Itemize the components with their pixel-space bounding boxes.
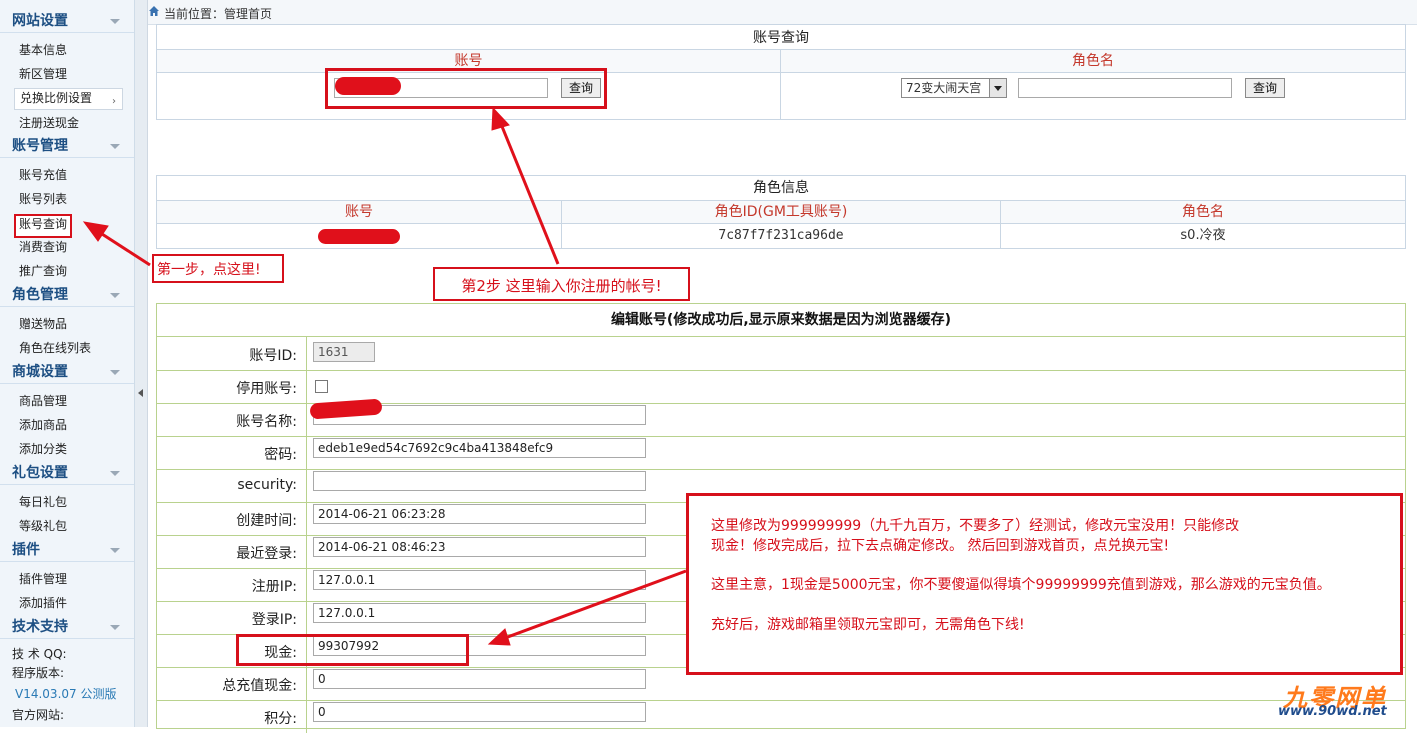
role-query-button[interactable]: 查询 xyxy=(1245,78,1285,98)
breadcrumb-text: 当前位置：管理首页 xyxy=(164,7,273,21)
field-label: 停用账号: xyxy=(236,381,297,397)
sidebar-group-shop: 商城设置 xyxy=(0,361,134,384)
field-label: 账号ID: xyxy=(249,348,297,364)
annotation-step1: 第一步，点这里! xyxy=(152,254,284,283)
sidebar-item-consume-query[interactable]: 消费查询 xyxy=(14,237,67,257)
sidebar-group-title[interactable]: 插件 xyxy=(0,539,134,562)
sidebar-item-level-gift[interactable]: 等级礼包 xyxy=(14,516,67,536)
sidebar: 网站设置 基本信息 新区管理 兑换比例设置 › 注册送现金 账号管理 账号充值 账… xyxy=(0,0,135,727)
chevron-right-icon: › xyxy=(112,96,116,107)
account-id-field xyxy=(313,342,375,362)
site-url: www.90wd.net xyxy=(1278,704,1387,719)
sidebar-group-role: 角色管理 xyxy=(0,284,134,307)
sidebar-group-support: 技术支持 xyxy=(0,616,134,639)
sidebar-group-plugin: 插件 xyxy=(0,539,134,562)
sidebar-item-add-goods[interactable]: 添加商品 xyxy=(14,415,67,435)
field-label: 创建时间: xyxy=(236,513,297,529)
login-ip-field[interactable] xyxy=(313,603,646,623)
sidebar-item-promo-query[interactable]: 推广查询 xyxy=(14,261,67,281)
sidebar-item-add-plugin[interactable]: 添加插件 xyxy=(14,593,67,613)
sidebar-group-account: 账号管理 xyxy=(0,135,134,158)
role-col-name: 角色名 xyxy=(1001,201,1405,223)
sidebar-item-account-query[interactable]: 账号查询 xyxy=(14,214,73,238)
field-row-account-id: 账号ID: xyxy=(157,337,1405,371)
sidebar-item-register-cash[interactable]: 注册送现金 xyxy=(14,113,79,133)
sidebar-item-daily-gift[interactable]: 每日礼包 xyxy=(14,492,67,512)
sidebar-item-gift-items[interactable]: 赠送物品 xyxy=(14,314,67,334)
field-label: 总充值现金: xyxy=(222,678,297,694)
instruction-line-1: 这里修改为999999999（九千九百万，不要多了）经测试，修改元宝没用！只能修… xyxy=(711,518,1240,534)
field-label: 密码: xyxy=(264,447,297,463)
password-field[interactable] xyxy=(313,438,646,458)
chevron-down-icon xyxy=(110,370,120,375)
sidebar-group-gift: 礼包设置 xyxy=(0,462,134,485)
role-col-id: 角色ID(GM工具账号) xyxy=(562,201,1000,223)
role-search-input[interactable] xyxy=(1018,78,1232,98)
sidebar-item-plugin-manage[interactable]: 插件管理 xyxy=(14,569,67,589)
sidebar-item-account-list[interactable]: 账号列表 xyxy=(14,189,67,209)
sidebar-group-title[interactable]: 网站设置 xyxy=(0,10,134,33)
field-label: security: xyxy=(237,477,297,493)
chevron-down-icon xyxy=(110,19,120,24)
server-select[interactable]: 72变大闹天宫 xyxy=(901,78,1007,98)
sidebar-item-add-category[interactable]: 添加分类 xyxy=(14,439,67,459)
instruction-line-2: 现金！修改完成后，拉下去点确定修改。 然后回到游戏首页，点兑换元宝! xyxy=(711,538,1170,554)
chevron-down-icon xyxy=(110,548,120,553)
chevron-down-icon[interactable] xyxy=(989,79,1006,97)
chevron-down-icon xyxy=(110,144,120,149)
chevron-down-icon xyxy=(110,293,120,298)
field-row-password: 密码: xyxy=(157,436,1405,470)
sidebar-group-title[interactable]: 角色管理 xyxy=(0,284,134,307)
support-site: 官方网站: xyxy=(12,708,65,722)
instruction-line-4: 充好后，游戏邮箱里领取元宝即可，无需角色下线! xyxy=(711,617,1025,633)
support-qq: 技 术 QQ: xyxy=(12,647,67,661)
field-label: 最近登录: xyxy=(236,546,297,562)
support-version-label: 程序版本: xyxy=(12,666,65,680)
security-field[interactable] xyxy=(313,471,646,491)
sidebar-group-title[interactable]: 礼包设置 xyxy=(0,462,134,485)
instruction-line-3: 这里主意，1现金是5000元宝，你不要傻逼似得填个99999999充值到游戏，那… xyxy=(711,577,1331,593)
collapse-left-icon xyxy=(138,389,143,397)
edit-account-title: 编辑账号(修改成功后,显示原来数据是因为浏览器缓存) xyxy=(157,304,1405,337)
support-version: V14.03.07 公测版 xyxy=(15,687,117,701)
created-time-field[interactable] xyxy=(313,504,646,524)
disable-account-checkbox[interactable] xyxy=(315,380,328,393)
annotation-step2: 第2步 这里输入你注册的帐号! xyxy=(433,267,690,301)
register-ip-field[interactable] xyxy=(313,570,646,590)
breadcrumb: 当前位置：管理首页 xyxy=(148,0,1417,25)
col-role-header: 角色名 xyxy=(781,50,1405,72)
field-label: 登录IP: xyxy=(251,612,297,628)
last-login-field[interactable] xyxy=(313,537,646,557)
sidebar-group-title[interactable]: 账号管理 xyxy=(0,135,134,158)
field-label: 积分: xyxy=(264,711,297,727)
points-field[interactable] xyxy=(313,702,646,722)
sidebar-item-basic-info[interactable]: 基本信息 xyxy=(14,40,67,60)
field-row-points: 积分: xyxy=(157,700,1405,733)
sidebar-group-title[interactable]: 商城设置 xyxy=(0,361,134,384)
sidebar-item-goods-manage[interactable]: 商品管理 xyxy=(14,391,67,411)
chevron-down-icon xyxy=(110,625,120,630)
role-id-value: 7c87f7f231ca96de xyxy=(718,228,844,243)
sidebar-collapse-bar[interactable] xyxy=(135,0,148,727)
total-recharge-field[interactable] xyxy=(313,669,646,689)
role-name-value: s0.冷夜 xyxy=(1180,228,1226,243)
sidebar-item-new-server[interactable]: 新区管理 xyxy=(14,64,67,84)
sidebar-group-title[interactable]: 技术支持 xyxy=(0,616,134,639)
sidebar-item-exchange-rate[interactable]: 兑换比例设置 › xyxy=(14,88,123,110)
role-col-account: 账号 xyxy=(157,201,561,223)
highlight-account-query xyxy=(325,68,607,109)
sidebar-group-site: 网站设置 xyxy=(0,10,134,33)
sidebar-item-online-roles[interactable]: 角色在线列表 xyxy=(14,338,91,358)
sidebar-item-account-recharge[interactable]: 账号充值 xyxy=(14,165,67,185)
redaction-scribble xyxy=(318,229,400,244)
highlight-cash-field xyxy=(236,634,469,666)
field-label: 账号名称: xyxy=(236,414,297,430)
account-query-title: 账号查询 xyxy=(753,30,809,46)
chevron-down-icon xyxy=(110,471,120,476)
field-label: 注册IP: xyxy=(251,579,297,595)
home-icon[interactable] xyxy=(148,5,160,17)
field-row-disable: 停用账号: xyxy=(157,370,1405,404)
role-info-title: 角色信息 xyxy=(753,180,809,196)
